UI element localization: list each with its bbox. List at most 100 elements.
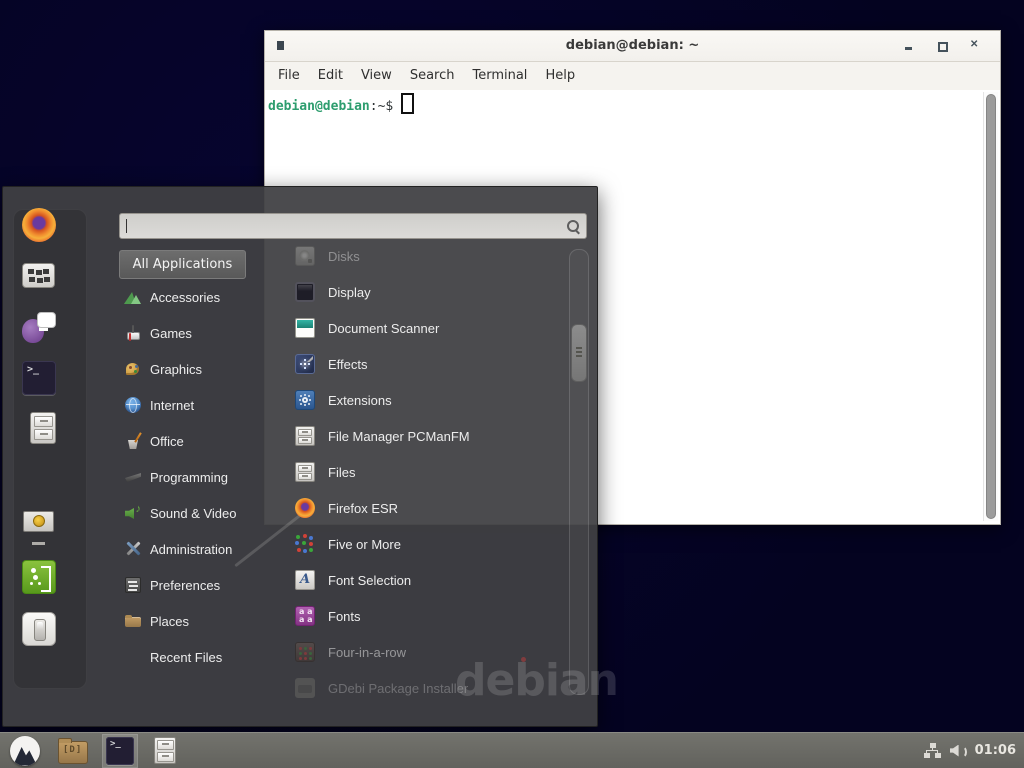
taskbar: 01:06 (0, 732, 1024, 768)
administration-icon (125, 541, 141, 557)
sidebar-item-terminal-shortcut[interactable] (22, 361, 56, 395)
terminal-menu-view[interactable]: View (352, 62, 401, 90)
terminal-menu-edit[interactable]: Edit (309, 62, 352, 90)
sidebar-item-lock-screen[interactable] (22, 508, 56, 542)
terminal-prompt: debian@debian:~$ (268, 93, 414, 114)
sidebar-item-firefox-shortcut[interactable] (22, 208, 56, 242)
all-applications-button[interactable]: All Applications (119, 250, 246, 279)
taskbar-launchers (6, 733, 182, 768)
category-list: AccessoriesGamesGraphicsInternetOfficePr… (121, 279, 283, 675)
desktop: debian@debian: ~ FileEditViewSearchTermi… (0, 0, 1024, 768)
sidebar-favorites (3, 208, 75, 446)
category-internet[interactable]: Internet (121, 387, 283, 423)
category-games[interactable]: Games (121, 315, 283, 351)
category-office[interactable]: Office (121, 423, 283, 459)
preferences-icon (125, 577, 141, 593)
sidebar-item-keyboard-shortcut[interactable] (22, 259, 56, 293)
app-four-in-a-row[interactable]: Four-in-a-row (291, 634, 561, 670)
terminal-scrollbar[interactable] (983, 92, 998, 521)
terminal-menubar: FileEditViewSearchTerminalHelp (265, 62, 1000, 91)
app-document-scanner[interactable]: Document Scanner (291, 310, 561, 346)
taskbar-menu-button[interactable] (6, 734, 44, 768)
search-input[interactable] (119, 213, 587, 239)
app-five-or-more[interactable]: Five or More (291, 526, 561, 562)
accessories-icon (125, 289, 141, 305)
terminal-titlebar[interactable]: debian@debian: ~ (265, 31, 1000, 62)
category-sound-video[interactable]: Sound & Video (121, 495, 283, 531)
text-caret (126, 219, 127, 233)
cabinet-icon (30, 412, 56, 444)
five-or-more-icon (295, 534, 315, 554)
extensions-icon (295, 390, 315, 410)
clock[interactable]: 01:06 (975, 743, 1016, 758)
cabinet-small-icon (154, 737, 176, 764)
prompt-user-host: debian@debian (268, 99, 370, 114)
app-list-scrollbar-thumb[interactable] (571, 324, 587, 382)
close-button[interactable] (968, 39, 982, 53)
app-files[interactable]: Files (291, 454, 561, 490)
volume-icon[interactable] (950, 744, 966, 758)
terminal-menu-help[interactable]: Help (536, 62, 584, 90)
graphics-icon (125, 361, 141, 377)
effects-icon (295, 354, 315, 374)
terminal-menu-terminal[interactable]: Terminal (463, 62, 536, 90)
gdebi-icon (295, 678, 315, 698)
window-title: debian@debian: ~ (265, 31, 1000, 61)
app-gdebi-package-installer[interactable]: GDebi Package Installer (291, 670, 561, 706)
firefox-icon (22, 208, 56, 242)
app-file-manager-pcmanfm[interactable]: File Manager PCManFM (291, 418, 561, 454)
category-places[interactable]: Places (121, 603, 283, 639)
sidebar-item-shutdown[interactable] (22, 612, 56, 646)
terminal-cursor (401, 93, 414, 114)
maximize-button[interactable] (935, 39, 949, 53)
firefox-app-icon (295, 498, 315, 518)
four-in-a-row-icon (295, 642, 315, 662)
taskbar-file-manager-launcher[interactable] (54, 734, 92, 768)
terminal-menu-file[interactable]: File (269, 62, 309, 90)
taskbar-tray: 01:06 (924, 743, 1018, 758)
app-disks[interactable]: Disks (291, 238, 561, 274)
app-font-selection[interactable]: Font Selection (291, 562, 561, 598)
sidebar-item-pidgin-shortcut[interactable] (22, 310, 56, 344)
category-programming[interactable]: Programming (121, 459, 283, 495)
sound-video-icon (125, 505, 141, 521)
app-list-scrollbar[interactable] (569, 249, 589, 695)
lock-screen-icon (22, 508, 56, 542)
network-icon[interactable] (924, 743, 941, 758)
prompt-suffix: :~$ (370, 99, 393, 114)
sidebar-item-file-manager-shortcut[interactable] (22, 412, 56, 446)
category-administration[interactable]: Administration (121, 531, 283, 567)
taskbar-cabinet-launcher[interactable] (148, 734, 182, 768)
taskbar-terminal-task[interactable] (102, 734, 138, 768)
category-graphics[interactable]: Graphics (121, 351, 283, 387)
terminal-icon (22, 361, 56, 395)
category-preferences[interactable]: Preferences (121, 567, 283, 603)
category-accessories[interactable]: Accessories (121, 279, 283, 315)
applications-menu: debian All Applications AccessoriesGames… (2, 186, 598, 727)
app-effects[interactable]: Effects (291, 346, 561, 382)
app-fonts[interactable]: Fonts (291, 598, 561, 634)
display-icon (295, 282, 315, 302)
logout-icon (22, 560, 56, 594)
terminal-scrollbar-thumb[interactable] (986, 94, 996, 519)
minimize-button[interactable] (902, 39, 916, 53)
disks-icon (295, 246, 315, 266)
app-firefox-esr[interactable]: Firefox ESR (291, 490, 561, 526)
folder-icon (58, 741, 88, 764)
games-icon (125, 325, 141, 341)
keyboard-icon (22, 259, 56, 293)
app-extensions[interactable]: Extensions (291, 382, 561, 418)
shutdown-icon (22, 612, 56, 646)
terminal-menu-search[interactable]: Search (401, 62, 464, 90)
application-list: DisksDisplayDocument ScannerEffectsExten… (291, 238, 561, 706)
search-box (119, 213, 587, 239)
sidebar-session (3, 508, 75, 646)
sidebar-item-logout[interactable] (22, 560, 56, 594)
category-recent-files[interactable]: Recent Files (121, 639, 283, 675)
places-icon (125, 613, 141, 629)
task-terminal-icon (106, 737, 134, 765)
internet-icon (125, 397, 141, 413)
file-manager-icon (295, 426, 315, 446)
document-scanner-icon (295, 318, 315, 338)
app-display[interactable]: Display (291, 274, 561, 310)
